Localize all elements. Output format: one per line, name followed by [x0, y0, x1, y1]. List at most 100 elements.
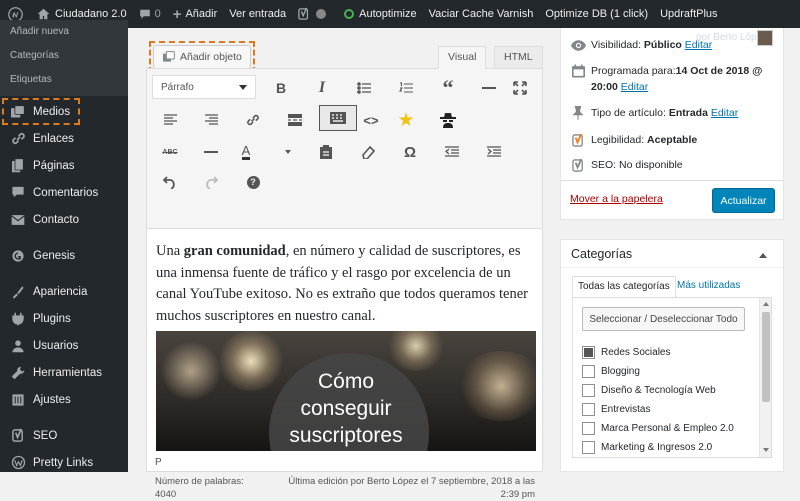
help-button[interactable]: ?	[242, 171, 264, 193]
submenu-item-tags[interactable]: Etiquetas	[0, 68, 128, 92]
tab-most-used[interactable]: Más utilizadas	[677, 280, 740, 291]
link-button[interactable]	[242, 109, 264, 131]
sidebar-item-pages[interactable]: Páginas	[0, 152, 128, 179]
sidebar-item-label: Apariencia	[33, 285, 88, 298]
italic-button[interactable]: I	[311, 77, 333, 99]
sidebar-item-appearance[interactable]: Apariencia	[0, 278, 128, 305]
sidebar-item-media[interactable]: Medios	[0, 98, 128, 125]
outdent-button[interactable]	[441, 141, 463, 163]
category-checkbox[interactable]	[582, 346, 595, 359]
category-checkbox[interactable]	[582, 365, 595, 378]
category-scrollbar[interactable]	[759, 298, 771, 457]
comments-count: 0	[154, 8, 161, 20]
scroll-up-arrow-icon[interactable]	[763, 302, 769, 306]
sidebar-item-plugins[interactable]: Plugins	[0, 305, 128, 332]
fullscreen-button[interactable]	[509, 77, 531, 99]
read-more-button[interactable]	[284, 109, 306, 131]
star-button[interactable]: ★	[395, 109, 417, 131]
category-item[interactable]: Marca Personal & Empleo 2.0	[582, 422, 734, 435]
edit-schedule-link[interactable]: Editar	[621, 81, 648, 93]
updraftplus-link[interactable]: UpdraftPlus	[654, 0, 723, 28]
horizontal-line-button[interactable]	[200, 141, 222, 163]
optimize-db-link[interactable]: Optimize DB (1 click)	[539, 0, 654, 28]
text-color-button[interactable]: A	[235, 141, 257, 163]
quote-icon: “	[442, 75, 454, 100]
format-select[interactable]: Párrafo	[152, 75, 256, 99]
edit-visibility-link[interactable]: Editar	[685, 39, 712, 51]
clear-formatting-button[interactable]	[357, 141, 379, 163]
spy-button[interactable]	[437, 109, 459, 131]
sidebar-item-seo[interactable]: SEO	[0, 422, 128, 449]
toolbar-toggle-button[interactable]	[319, 105, 357, 131]
align-left-button[interactable]	[159, 109, 181, 131]
category-item[interactable]: Diseño & Tecnología Web	[582, 384, 716, 397]
yoast-readability-icon	[570, 132, 586, 148]
post-content[interactable]: Una gran comunidad, en número y calidad …	[156, 241, 536, 327]
tab-visual[interactable]: Visual	[438, 46, 487, 69]
yoast-menu[interactable]	[292, 0, 332, 28]
autoptimize-menu[interactable]: Autoptimize	[332, 0, 422, 28]
sidebar-item-links[interactable]: Enlaces	[0, 125, 128, 152]
update-button[interactable]: Actualizar	[712, 188, 775, 213]
submenu-item-categories[interactable]: Categorías	[0, 44, 128, 68]
categories-title: Categorías	[571, 247, 633, 261]
scroll-down-arrow-icon[interactable]	[763, 448, 769, 452]
category-item[interactable]: Entrevistas	[582, 403, 650, 416]
last-edit-time: 2:39 pm	[500, 489, 535, 500]
tab-html[interactable]: HTML	[494, 46, 543, 69]
category-checkbox[interactable]	[582, 384, 595, 397]
view-post-link[interactable]: Ver entrada	[223, 0, 292, 28]
category-checkbox[interactable]	[582, 403, 595, 416]
word-count: Número de palabras: 4040	[155, 475, 285, 501]
scrollbar-thumb[interactable]	[762, 312, 770, 402]
categories-header[interactable]: Categorías	[561, 240, 783, 268]
hr-button[interactable]	[478, 77, 500, 99]
category-label: Entrevistas	[601, 404, 651, 415]
bold-button[interactable]: B	[270, 77, 292, 99]
pages-icon	[6, 158, 30, 174]
edit-post-type-link[interactable]: Editar	[711, 107, 738, 119]
varnish-purge-link[interactable]: Vaciar Cache Varnish	[423, 0, 540, 28]
new-content-link[interactable]: + Añadir	[167, 0, 224, 28]
element-path[interactable]: P	[155, 457, 162, 468]
indent-button[interactable]	[483, 141, 505, 163]
featured-image[interactable]: Cómo conseguir suscriptores	[156, 331, 536, 451]
sidebar-item-contact[interactable]: Contacto	[0, 206, 128, 233]
category-item[interactable]: Redes Sociales	[582, 346, 670, 359]
category-item[interactable]: Blogging	[582, 365, 640, 378]
paragraph-text-start: Una	[156, 243, 184, 259]
move-to-trash-link[interactable]: Mover a la papelera	[570, 193, 663, 205]
category-checkbox[interactable]	[582, 441, 595, 454]
redo-icon	[206, 176, 218, 189]
redo-button[interactable]	[200, 171, 222, 193]
blockquote-button[interactable]: “	[437, 77, 459, 99]
sidebar-item-label: Ajustes	[33, 393, 71, 406]
category-item[interactable]: Marketing & Ingresos 2.0	[582, 441, 712, 454]
bullet-list-button[interactable]	[353, 77, 375, 99]
code-button[interactable]: <>	[360, 109, 382, 131]
numbered-list-button[interactable]	[395, 77, 417, 99]
comments-link[interactable]: 0	[133, 0, 167, 28]
media-icon	[163, 51, 175, 62]
sidebar-item-settings[interactable]: Ajustes	[0, 386, 128, 413]
category-checkbox[interactable]	[582, 422, 595, 435]
undo-button[interactable]	[159, 171, 181, 193]
paste-as-text-button[interactable]	[315, 141, 337, 163]
strikethrough-button[interactable]: ABC	[159, 141, 181, 163]
readability-label: Legibilidad:	[591, 134, 648, 146]
select-all-button[interactable]: Seleccionar / Deseleccionar Todo	[582, 307, 745, 331]
sidebar-item-genesis[interactable]: Genesis	[0, 242, 128, 269]
align-right-button[interactable]	[200, 109, 222, 131]
add-media-button[interactable]: Añadir objeto	[153, 45, 251, 69]
align-left-icon	[163, 114, 177, 125]
sidebar-item-comments[interactable]: Comentarios	[0, 179, 128, 206]
tab-all-categories[interactable]: Todas las categorías	[572, 276, 676, 298]
sidebar-item-tools[interactable]: Herramientas	[0, 359, 128, 386]
special-character-button[interactable]: Ω	[399, 141, 421, 163]
submenu-item-add-new[interactable]: Añadir nueva	[0, 20, 128, 44]
text-color-dropdown-button[interactable]	[277, 141, 299, 163]
collapse-arrow-icon[interactable]	[759, 253, 767, 258]
image-title-line-1: Cómo	[317, 370, 375, 393]
category-label: Marketing & Ingresos 2.0	[601, 442, 713, 453]
sidebar-item-users[interactable]: Usuarios	[0, 332, 128, 359]
